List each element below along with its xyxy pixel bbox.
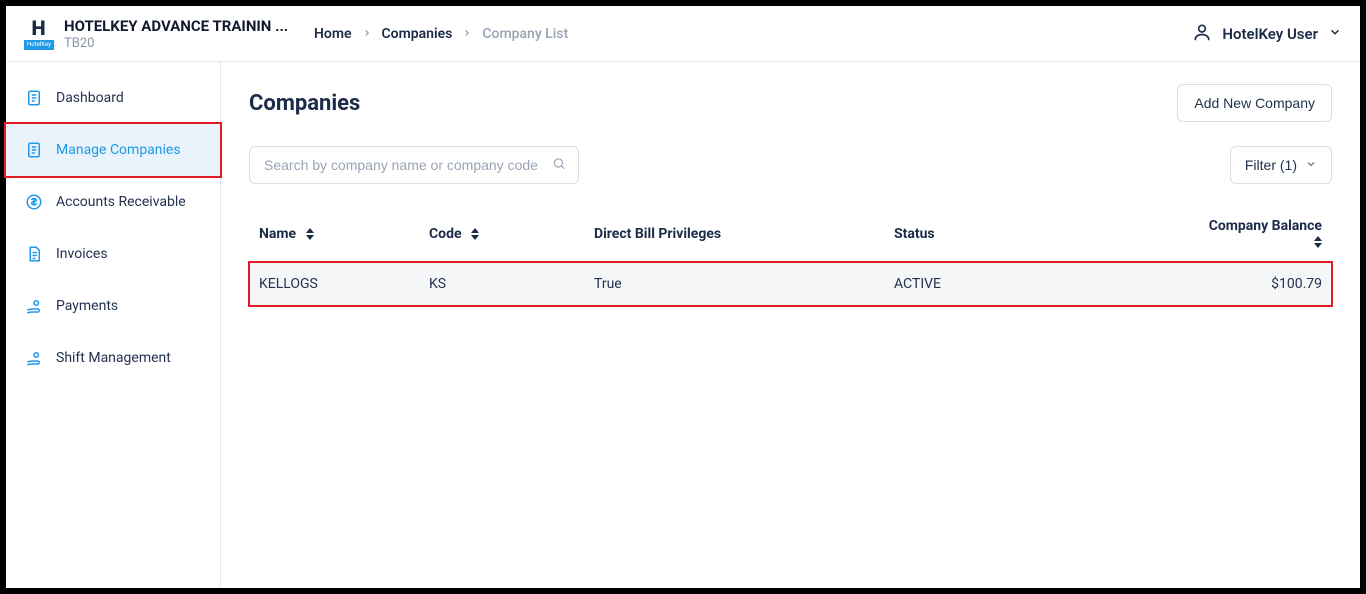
cell-balance: $100.79 <box>1184 262 1332 306</box>
user-name: HotelKey User <box>1222 25 1318 43</box>
clipboard-icon <box>24 88 44 108</box>
dollar-circle-icon <box>24 192 44 212</box>
cell-code: KS <box>419 262 584 306</box>
user-menu[interactable]: HotelKey User <box>1192 22 1342 46</box>
cell-dbp: True <box>584 262 884 306</box>
chevron-right-icon <box>362 26 372 42</box>
brand-logo: H HotelKey <box>24 18 54 50</box>
filter-button[interactable]: Filter (1) <box>1230 146 1332 184</box>
search-input[interactable] <box>250 147 578 183</box>
sidebar-item-payments[interactable]: Payments <box>6 280 220 332</box>
sort-icon <box>471 228 479 240</box>
crumb-home[interactable]: Home <box>314 26 352 42</box>
sort-icon <box>306 228 314 240</box>
search-icon <box>552 156 566 175</box>
crumb-companies[interactable]: Companies <box>382 26 453 42</box>
brand-sub: TB20 <box>64 36 288 51</box>
add-new-company-button[interactable]: Add New Company <box>1177 84 1332 122</box>
sidebar-item-shift-management[interactable]: Shift Management <box>6 332 220 384</box>
sidebar-item-label: Manage Companies <box>56 142 181 158</box>
col-header-dbp: Direct Bill Privileges <box>584 206 884 262</box>
table-row[interactable]: KELLOGS KS True ACTIVE $100.79 <box>249 262 1332 306</box>
companies-table: Name Code Direct Bill Privileges Status <box>249 206 1332 306</box>
cell-status: ACTIVE <box>884 262 1184 306</box>
sidebar-item-dashboard[interactable]: Dashboard <box>6 72 220 124</box>
document-icon <box>24 244 44 264</box>
main-content: Companies Add New Company Filter (1) <box>221 62 1360 588</box>
sidebar-item-label: Dashboard <box>56 90 124 106</box>
chevron-down-icon <box>1328 25 1342 43</box>
user-icon <box>1192 22 1212 46</box>
topbar: H HotelKey HOTELKEY ADVANCE TRAININ ... … <box>6 6 1360 62</box>
sidebar-item-accounts-receivable[interactable]: Accounts Receivable <box>6 176 220 228</box>
cell-name: KELLOGS <box>249 262 419 306</box>
brand-title: HOTELKEY ADVANCE TRAININ ... <box>64 17 288 35</box>
col-header-name[interactable]: Name <box>249 206 419 262</box>
sort-icon <box>1314 236 1322 248</box>
sidebar-item-label: Invoices <box>56 246 108 262</box>
col-header-status: Status <box>884 206 1184 262</box>
sidebar-item-label: Payments <box>56 298 118 314</box>
clipboard-icon <box>24 140 44 160</box>
sidebar-item-label: Shift Management <box>56 350 171 366</box>
chevron-down-icon <box>1305 157 1317 173</box>
sidebar: Dashboard Manage Companies Accounts Rece… <box>6 62 221 588</box>
sidebar-item-manage-companies[interactable]: Manage Companies <box>4 122 222 178</box>
page-title: Companies <box>249 91 360 116</box>
col-header-balance[interactable]: Company Balance <box>1184 206 1332 262</box>
sidebar-item-label: Accounts Receivable <box>56 194 186 210</box>
hand-money-icon <box>24 348 44 368</box>
breadcrumb: Home Companies Company List <box>314 26 568 42</box>
hand-money-icon <box>24 296 44 316</box>
search-wrap <box>249 146 579 184</box>
crumb-company-list: Company List <box>482 26 568 42</box>
filter-label: Filter (1) <box>1245 157 1297 173</box>
sidebar-item-invoices[interactable]: Invoices <box>6 228 220 280</box>
chevron-right-icon <box>462 26 472 42</box>
col-header-code[interactable]: Code <box>419 206 584 262</box>
brand-block: H HotelKey HOTELKEY ADVANCE TRAININ ... … <box>24 17 314 51</box>
